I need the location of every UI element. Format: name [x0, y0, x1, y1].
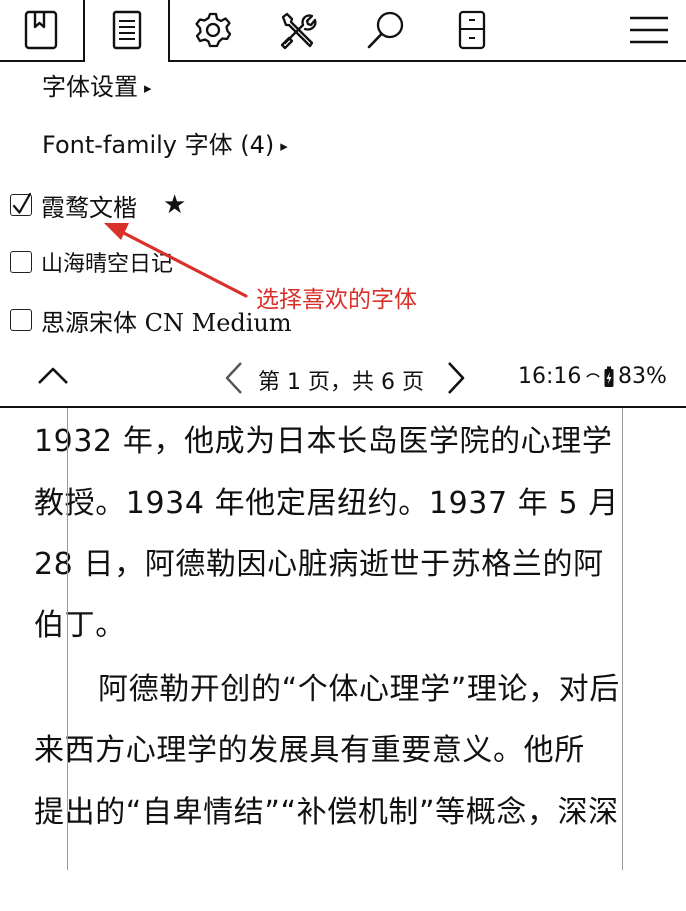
- reader-status-bar: 第 1 页，共 6 页 16:16 83%: [0, 350, 686, 408]
- text-line: 28 日，阿德勒因心脏病逝世于苏格兰的阿: [34, 547, 604, 582]
- font-label: 山海晴空日记: [41, 252, 174, 277]
- search-button[interactable]: [355, 0, 417, 60]
- check-mark-icon: [12, 192, 32, 214]
- gear-icon: [195, 12, 232, 48]
- hamburger-menu-icon: [630, 16, 668, 44]
- page-indicator[interactable]: 第 1 页，共 6 页: [258, 364, 424, 396]
- text-line: 1932 年，他成为日本长岛医学院的心理学: [34, 424, 613, 459]
- toc-list-icon: [112, 10, 141, 50]
- submenu-arrow-icon: ▸: [144, 79, 152, 97]
- font-label: 霞鹜文楷: [41, 193, 137, 222]
- font-option-lxgw-wenkai[interactable]: 霞鹜文楷 ★: [10, 189, 186, 222]
- wifi-icon: [586, 373, 600, 378]
- font-checkbox[interactable]: [10, 309, 32, 331]
- text-line: 教授。1934 年他定居纽约。1937 年 5 月: [34, 486, 619, 521]
- submenu-arrow-icon: ▸: [280, 137, 288, 155]
- font-label: 思源宋体 CN Medium: [41, 308, 292, 337]
- device-button[interactable]: [441, 0, 503, 60]
- tools-button[interactable]: [268, 0, 330, 60]
- battery-percentage: 83%: [618, 364, 667, 389]
- margin-guide-left: [67, 408, 68, 870]
- font-option-shanhai[interactable]: 山海晴空日记: [10, 246, 173, 278]
- menu-item-font-family[interactable]: Font-family 字体 (4) ▸: [42, 130, 288, 163]
- bookmark-page-button[interactable]: [10, 0, 72, 60]
- menu-item-font-settings[interactable]: 字体设置 ▸: [42, 72, 152, 105]
- main-menu-button[interactable]: [618, 0, 680, 60]
- text-line: 来西方心理学的发展具有重要意义。他所: [34, 733, 585, 768]
- chevron-left-icon[interactable]: [222, 360, 246, 396]
- tools-icon: [280, 12, 317, 50]
- font-checkbox-checked[interactable]: [10, 192, 32, 216]
- chevron-up-icon[interactable]: [36, 362, 70, 388]
- top-toolbar: [0, 0, 686, 64]
- toc-button[interactable]: [85, 0, 168, 60]
- text-line: 伯丁。: [34, 608, 126, 643]
- favorite-star-icon[interactable]: ★: [163, 190, 186, 220]
- search-icon: [367, 11, 404, 49]
- battery-charging-icon: [604, 366, 614, 387]
- font-option-source-han-serif[interactable]: 思源宋体 CN Medium: [10, 304, 292, 337]
- font-settings-label: 字体设置: [42, 73, 138, 101]
- device-icon: [458, 10, 486, 50]
- annotation-label: 选择喜欢的字体: [256, 287, 417, 313]
- margin-guide-right: [622, 408, 623, 870]
- text-line: 提出的“自卑情结”“补偿机制”等概念，深深: [34, 795, 619, 830]
- font-family-label: Font-family 字体 (4): [42, 131, 275, 159]
- settings-button[interactable]: [182, 0, 244, 60]
- bookmark-page-icon: [24, 10, 58, 50]
- chevron-right-icon[interactable]: [444, 360, 468, 396]
- clock: 16:16: [518, 364, 582, 389]
- text-line: 阿德勒开创的“个体心理学”理论，对后: [98, 672, 620, 707]
- font-checkbox[interactable]: [10, 251, 32, 273]
- book-page-content[interactable]: 1932 年，他成为日本长岛医学院的心理学 教授。1934 年他定居纽约。193…: [0, 408, 686, 911]
